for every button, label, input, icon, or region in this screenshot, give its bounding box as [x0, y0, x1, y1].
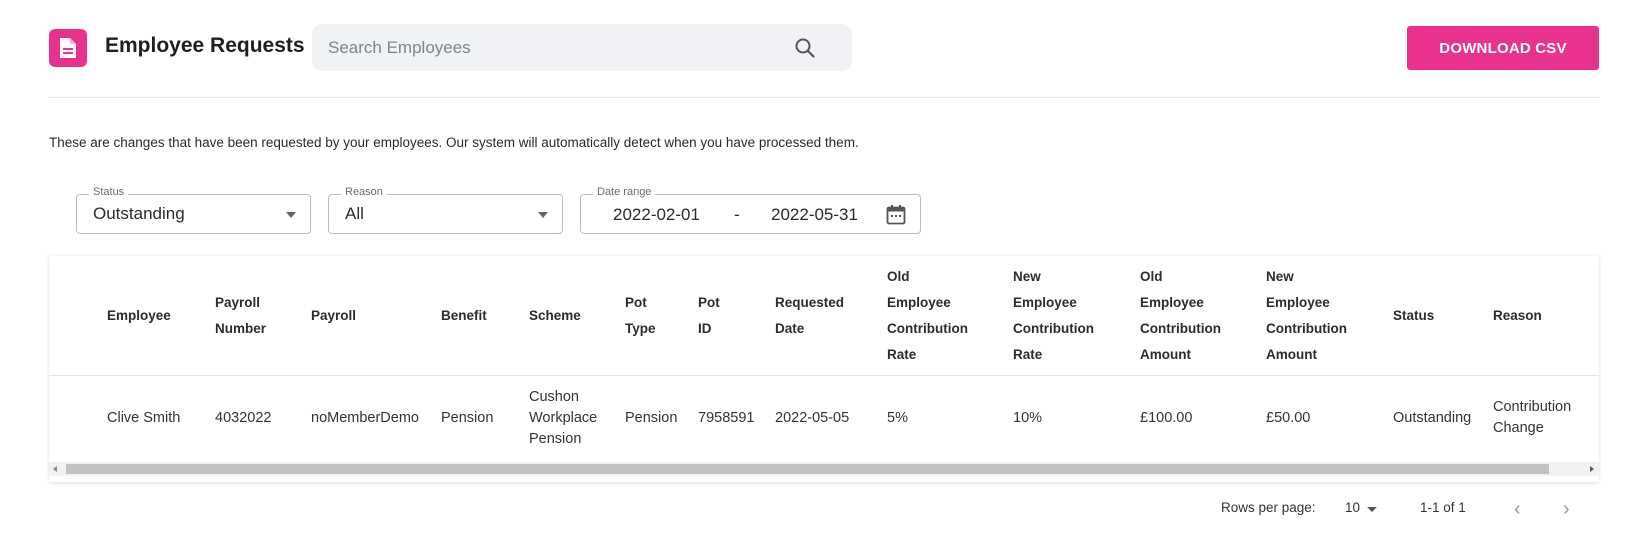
horizontal-scrollbar[interactable] — [49, 462, 1599, 476]
column-header-benefit[interactable]: Benefit — [441, 256, 487, 376]
search-input[interactable] — [328, 24, 788, 71]
cell-pot-type: Pension — [625, 409, 678, 426]
page-description: These are changes that have been request… — [49, 135, 859, 150]
chevron-down-icon[interactable] — [538, 212, 548, 218]
pagination-range: 1-1 of 1 — [1420, 500, 1466, 515]
next-page-button[interactable]: › — [1563, 499, 1570, 519]
date-range-filter[interactable]: Date range 2022-02-01 - 2022-05-31 — [580, 186, 921, 234]
cell-reason: Contribution Change — [1493, 399, 1572, 436]
status-filter-value: Outstanding — [93, 204, 185, 223]
table-header: Employee Payroll Number Payroll Benefit S… — [49, 256, 1599, 376]
column-header-payroll[interactable]: Payroll — [311, 256, 356, 376]
cell-new-contribution-amount: £50.00 — [1266, 409, 1311, 426]
cell-employee: Clive Smith — [107, 409, 181, 426]
cell-old-contribution-rate: 5% — [887, 409, 908, 426]
column-header-pot-id[interactable]: Pot ID — [698, 256, 720, 376]
requests-table: Employee Payroll Number Payroll Benefit S… — [49, 256, 1599, 482]
date-range-label: Date range — [593, 186, 656, 198]
search-icon[interactable] — [794, 37, 816, 59]
cell-old-contribution-amount: £100.00 — [1140, 409, 1193, 426]
column-header-status[interactable]: Status — [1393, 256, 1434, 376]
column-header-requested-date[interactable]: Requested Date — [775, 256, 844, 376]
column-header-reason[interactable]: Reason — [1493, 256, 1599, 376]
date-to[interactable]: 2022-05-31 — [771, 205, 858, 225]
header-divider — [49, 97, 1599, 98]
page-title: Employee Requests — [105, 34, 305, 57]
column-header-employee[interactable]: Employee — [107, 256, 171, 376]
scrollbar-thumb[interactable] — [66, 464, 1549, 474]
reason-filter-value: All — [345, 204, 364, 223]
previous-page-button[interactable]: ‹ — [1514, 499, 1521, 519]
table-row[interactable]: Clive Smith 4032022 noMemberDemo Pension… — [49, 376, 1599, 460]
column-header-payroll-number[interactable]: Payroll Number — [215, 256, 266, 376]
date-separator: - — [734, 205, 740, 224]
column-header-pot-type[interactable]: Pot Type — [625, 256, 656, 376]
cell-pot-id: 7958591 — [698, 409, 755, 426]
download-csv-button[interactable]: DOWNLOAD CSV — [1407, 26, 1599, 70]
column-header-new-contribution-amount[interactable]: New Employee Contribution Amount — [1266, 256, 1347, 376]
reason-filter[interactable]: Reason All — [328, 186, 563, 234]
cell-benefit: Pension — [441, 409, 494, 426]
document-icon — [49, 29, 87, 67]
page-header: Employee Requests DOWNLOAD CSV — [49, 24, 1599, 72]
cell-new-contribution-rate: 10% — [1013, 409, 1043, 426]
calendar-icon[interactable] — [886, 204, 906, 226]
chevron-down-icon[interactable] — [1367, 507, 1377, 512]
status-filter[interactable]: Status Outstanding — [76, 186, 311, 234]
column-header-old-contribution-amount[interactable]: Old Employee Contribution Amount — [1140, 256, 1221, 376]
column-header-scheme[interactable]: Scheme — [529, 256, 581, 376]
status-filter-label: Status — [89, 186, 129, 198]
rows-per-page-label: Rows per page: — [1221, 500, 1316, 515]
reason-filter-label: Reason — [341, 186, 387, 198]
column-header-old-contribution-rate[interactable]: Old Employee Contribution Rate — [887, 256, 968, 376]
cell-payroll: noMemberDemo — [311, 409, 419, 426]
cell-payroll-number: 4032022 — [215, 409, 272, 426]
rows-per-page-select[interactable]: 10 — [1345, 500, 1360, 515]
cell-requested-date: 2022-05-05 — [775, 409, 850, 426]
scroll-left-arrow-icon[interactable] — [53, 466, 57, 472]
chevron-down-icon[interactable] — [286, 212, 296, 218]
cell-status: Outstanding — [1393, 409, 1472, 426]
search-bar[interactable] — [312, 24, 852, 71]
scroll-right-arrow-icon[interactable] — [1590, 466, 1594, 472]
date-from[interactable]: 2022-02-01 — [613, 205, 700, 225]
cell-scheme: Cushon Workplace Pension — [529, 388, 598, 447]
column-header-new-contribution-rate[interactable]: New Employee Contribution Rate — [1013, 256, 1094, 376]
